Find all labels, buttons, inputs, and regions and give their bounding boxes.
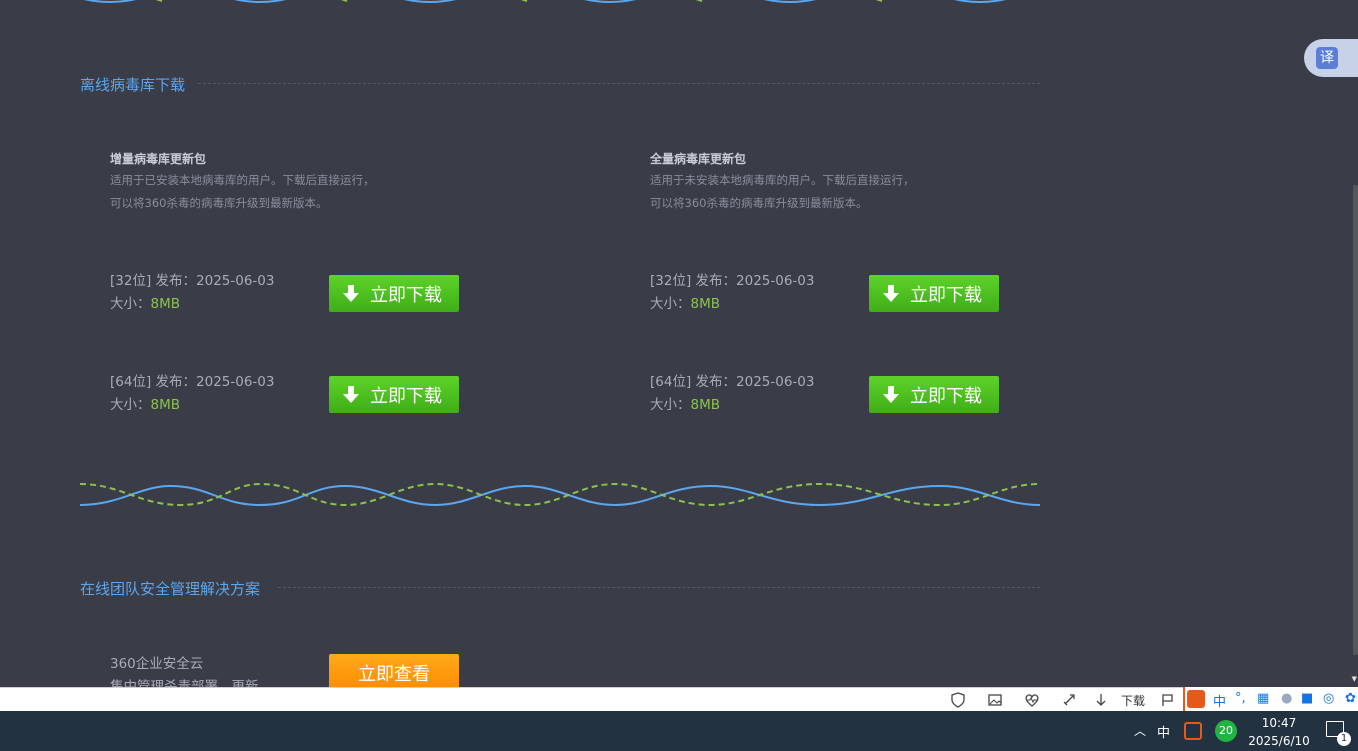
image-icon[interactable] — [987, 692, 1003, 708]
taskbar-ime-language[interactable]: 中 — [1157, 722, 1170, 741]
download-full-64bit-button[interactable]: 立即下载 — [869, 376, 999, 413]
view-now-button[interactable]: 立即查看 — [329, 654, 459, 687]
settings-gear-icon[interactable]: ✿ — [1345, 691, 1356, 706]
enterprise-product-desc: 集中管理杀毒部署，更新 — [110, 679, 259, 687]
offline-section-title: 离线病毒库下载 — [80, 76, 186, 94]
ime-language-toggle[interactable]: 中 — [1213, 691, 1226, 710]
ime-toolbar: 中 °, ▦ ● ■ ◎ ✿ — [1183, 687, 1358, 711]
download-icon[interactable] — [1093, 692, 1109, 708]
show-hidden-icons-chevron-icon[interactable]: ︿ — [1134, 722, 1146, 739]
incremental-package-title: 增量病毒库更新包 — [110, 152, 207, 166]
sogou-tray-icon[interactable] — [1184, 722, 1202, 740]
full-package-title: 全量病毒库更新包 — [650, 152, 747, 166]
taskbar: ︿ 中 20 10:47 2025/6/10 1 — [0, 711, 1358, 751]
rocket-icon[interactable] — [1061, 692, 1077, 708]
full-64bit-info: [64位] 发布：2025-06-03 大小：8MB — [650, 374, 815, 413]
security-tray-badge[interactable]: 20 — [1215, 720, 1237, 742]
app-icon[interactable]: ◎ — [1323, 691, 1334, 706]
shield-icon[interactable] — [950, 692, 966, 708]
full-package-desc: 适用于未安装本地病毒库的用户。下载后直接运行， 可以将360杀毒的病毒库升级到最… — [650, 173, 915, 210]
scrollbar-thumb[interactable] — [1353, 185, 1358, 655]
flag-icon[interactable] — [1160, 692, 1176, 708]
notification-count-badge: 1 — [1337, 732, 1351, 746]
user-icon[interactable]: ● — [1281, 691, 1292, 706]
sogou-logo-icon[interactable] — [1187, 690, 1205, 708]
incremental-32bit-info: [32位] 发布：2025-06-03 大小：8MB — [110, 273, 275, 312]
translate-button[interactable]: 译 — [1304, 39, 1358, 77]
incremental-64bit-info: [64位] 发布：2025-06-03 大小：8MB — [110, 374, 275, 413]
browser-status-bar: 下载 — [0, 687, 1358, 711]
system-clock[interactable]: 10:47 2025/6/10 — [1240, 714, 1318, 750]
download-arrow-icon — [343, 385, 359, 403]
translate-icon: 译 — [1316, 47, 1338, 69]
download-arrow-icon — [883, 284, 899, 302]
enterprise-product-name: 360企业安全云 — [110, 656, 204, 672]
section-divider — [198, 83, 1040, 84]
download-full-32bit-button[interactable]: 立即下载 — [869, 275, 999, 312]
download-incremental-64bit-button[interactable]: 立即下载 — [329, 376, 459, 413]
download-arrow-icon — [883, 385, 899, 403]
decorative-wave-top — [84, 0, 1006, 3]
download-arrow-icon — [343, 284, 359, 302]
health-icon[interactable] — [1024, 692, 1040, 708]
download-label[interactable]: 下载 — [1121, 692, 1145, 709]
page: 离线病毒库下载 增量病毒库更新包 适用于已安装本地病毒库的用户。下载后直接运行，… — [0, 0, 1358, 687]
section-divider — [278, 587, 1040, 588]
punctuation-icon[interactable]: °, — [1235, 691, 1246, 706]
decorative-wave — [80, 482, 1040, 507]
skin-icon[interactable]: ■ — [1301, 691, 1313, 706]
download-incremental-32bit-button[interactable]: 立即下载 — [329, 275, 459, 312]
scroll-down-icon[interactable]: ▼ — [1352, 675, 1357, 683]
full-32bit-info: [32位] 发布：2025-06-03 大小：8MB — [650, 273, 815, 312]
enterprise-section-title: 在线团队安全管理解决方案 — [80, 580, 261, 598]
incremental-package-desc: 适用于已安装本地病毒库的用户。下载后直接运行， 可以将360杀毒的病毒库升级到最… — [110, 173, 375, 210]
keyboard-icon[interactable]: ▦ — [1257, 691, 1269, 706]
